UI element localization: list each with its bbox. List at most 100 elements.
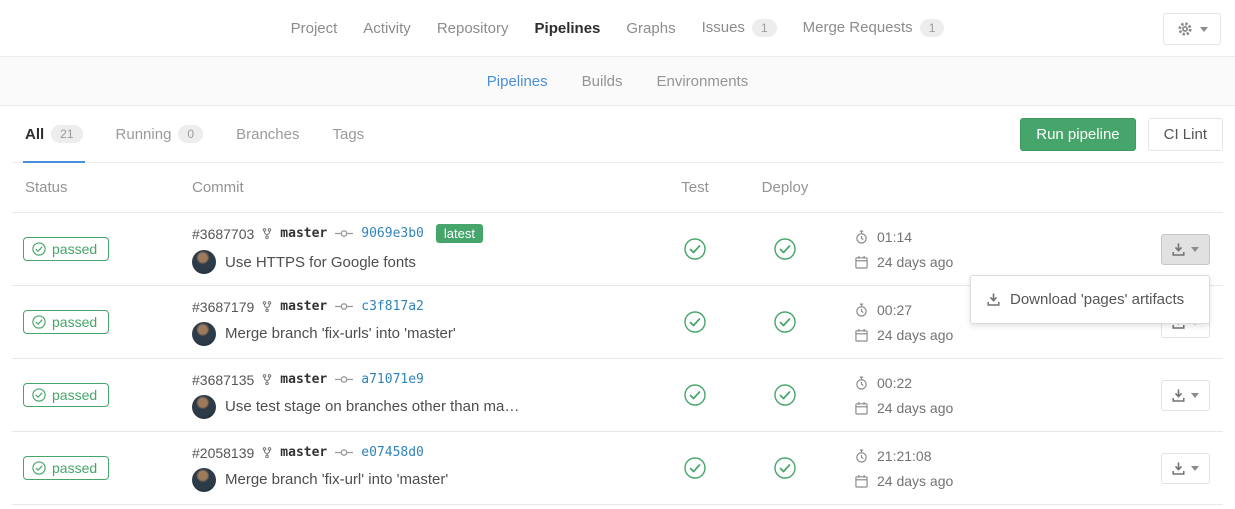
commit-message-link[interactable]: Merge branch 'fix-url' into 'master' [225, 471, 448, 488]
stage-deploy-cell [740, 384, 830, 406]
tab-running-count: 0 [178, 125, 203, 143]
pipelines-table-header: Status Commit Test Deploy [12, 163, 1223, 213]
chevron-down-icon [1191, 247, 1199, 252]
issues-count-badge: 1 [752, 19, 777, 37]
download-icon [987, 293, 1000, 306]
tab-tags[interactable]: Tags [330, 106, 366, 162]
merge-requests-count-badge: 1 [920, 19, 945, 37]
subnav-item-environments[interactable]: Environments [640, 73, 766, 90]
status-badge[interactable]: passed [23, 383, 109, 407]
branch-link[interactable]: master [280, 372, 327, 387]
status-badge[interactable]: passed [23, 456, 109, 480]
branch-icon [262, 373, 272, 386]
actions-cell: Download 'pages' artifacts [1000, 213, 1223, 285]
deploy-stage-passed-icon[interactable] [774, 457, 796, 479]
commit-sha-link[interactable]: 9069e3b0 [361, 226, 424, 241]
nav-item-repository[interactable]: Repository [424, 20, 522, 37]
branch-icon [262, 446, 272, 459]
actions-cell [1000, 359, 1223, 431]
pipelines-filter-bar: All 21 Running 0 Branches Tags Run pipel… [12, 106, 1223, 163]
subnav-item-builds[interactable]: Builds [565, 73, 640, 90]
branch-link[interactable]: master [280, 226, 327, 241]
chevron-down-icon [1200, 27, 1208, 32]
nav-item-activity[interactable]: Activity [350, 20, 424, 37]
tab-branches[interactable]: Branches [234, 106, 301, 162]
stopwatch-icon [855, 449, 868, 463]
commit-icon [335, 375, 353, 384]
test-stage-passed-icon[interactable] [684, 384, 706, 406]
download-pages-artifacts-label: Download 'pages' artifacts [1010, 291, 1184, 308]
author-avatar[interactable] [192, 250, 216, 274]
stopwatch-icon [855, 303, 868, 317]
commit-sha-link[interactable]: a71071e9 [361, 372, 424, 387]
tab-all[interactable]: All 21 [23, 106, 85, 162]
test-stage-passed-icon[interactable] [684, 238, 706, 260]
commit-icon [335, 448, 353, 457]
deploy-stage-passed-icon[interactable] [774, 238, 796, 260]
pipeline-duration: 00:22 [877, 375, 912, 391]
artifacts-download-button[interactable] [1161, 453, 1210, 484]
stopwatch-icon [855, 376, 868, 390]
pipeline-row: passed #3687703 master [12, 213, 1223, 286]
nav-item-issues[interactable]: Issues 1 [689, 19, 790, 37]
deploy-stage-passed-icon[interactable] [774, 311, 796, 333]
pipeline-duration: 00:27 [877, 302, 912, 318]
status-badge[interactable]: passed [23, 237, 109, 261]
commit-message-link[interactable]: Use HTTPS for Google fonts [225, 254, 416, 271]
author-avatar[interactable] [192, 468, 216, 492]
ci-lint-button[interactable]: CI Lint [1148, 118, 1223, 151]
pipeline-rows: passed #3687703 master [12, 213, 1223, 505]
branch-link[interactable]: master [280, 299, 327, 314]
pipeline-id[interactable]: #3687135 [192, 372, 254, 388]
status-cell: passed [12, 310, 179, 334]
pipeline-duration: 01:14 [877, 229, 912, 245]
pipeline-id[interactable]: #2058139 [192, 445, 254, 461]
artifacts-download-button[interactable] [1161, 380, 1210, 411]
commit-icon [335, 302, 353, 311]
artifacts-download-button[interactable] [1161, 234, 1210, 265]
author-avatar[interactable] [192, 395, 216, 419]
nav-item-graphs[interactable]: Graphs [613, 20, 688, 37]
status-cell: passed [12, 383, 179, 407]
status-badge[interactable]: passed [23, 310, 109, 334]
run-pipeline-button[interactable]: Run pipeline [1020, 118, 1135, 151]
test-stage-passed-icon[interactable] [684, 457, 706, 479]
commit-message-link[interactable]: Use test stage on branches other than ma… [225, 398, 519, 415]
commit-sha-link[interactable]: c3f817a2 [361, 299, 424, 314]
actions-cell [1000, 432, 1223, 504]
deploy-stage-passed-icon[interactable] [774, 384, 796, 406]
pipeline-finished-ago: 24 days ago [877, 327, 953, 343]
pipeline-finished-ago: 24 days ago [877, 400, 953, 416]
branch-link[interactable]: master [280, 445, 327, 460]
nav-item-merge-requests[interactable]: Merge Requests 1 [790, 19, 958, 37]
nav-item-project[interactable]: Project [278, 20, 351, 37]
status-cell: passed [12, 456, 179, 480]
calendar-icon [855, 328, 868, 342]
commit-message-link[interactable]: Merge branch 'fix-urls' into 'master' [225, 325, 456, 342]
artifacts-dropdown-menu: Download 'pages' artifacts [970, 275, 1210, 324]
tab-running-label: Running [116, 126, 172, 143]
nav-item-pipelines[interactable]: Pipelines [522, 20, 614, 37]
stopwatch-icon [855, 230, 868, 244]
pipeline-id[interactable]: #3687179 [192, 299, 254, 315]
download-pages-artifacts-item[interactable]: Download 'pages' artifacts [971, 284, 1209, 315]
tab-running[interactable]: Running 0 [114, 106, 206, 162]
test-stage-passed-icon[interactable] [684, 311, 706, 333]
subnav-item-pipelines[interactable]: Pipelines [470, 73, 565, 90]
pipeline-id[interactable]: #3687703 [192, 226, 254, 242]
nav-item-issues-label: Issues [702, 19, 745, 36]
status-badge-label: passed [52, 241, 97, 257]
check-circle-icon [32, 315, 46, 329]
timing-cell: 21:21:08 24 days ago [830, 448, 1000, 489]
column-header-test: Test [650, 179, 740, 196]
chevron-down-icon [1191, 466, 1199, 471]
commit-sha-link[interactable]: e07458d0 [361, 445, 424, 460]
calendar-icon [855, 474, 868, 488]
stage-test-cell [650, 311, 740, 333]
author-avatar[interactable] [192, 322, 216, 346]
nav-item-merge-requests-label: Merge Requests [803, 19, 913, 36]
pipeline-scope-tabs: All 21 Running 0 Branches Tags [12, 106, 395, 162]
pipeline-row: passed #3687135 master [12, 359, 1223, 432]
project-settings-dropdown-button[interactable] [1163, 13, 1221, 45]
calendar-icon [855, 401, 868, 415]
